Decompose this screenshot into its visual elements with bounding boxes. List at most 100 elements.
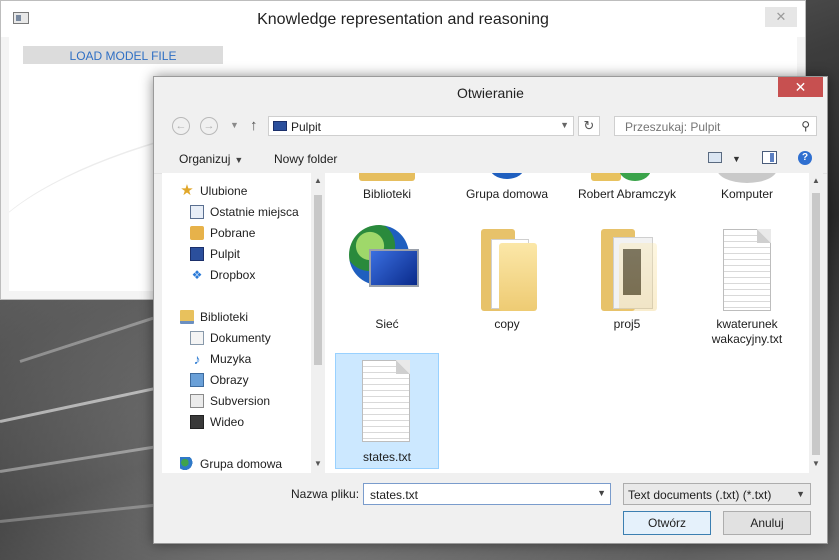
address-dropdown-icon[interactable]: ▼ (560, 120, 569, 130)
scrollbar-thumb[interactable] (812, 193, 820, 455)
file-label: Robert Abramczyk (577, 187, 677, 201)
file-item-proj5[interactable]: proj5 (575, 225, 679, 335)
organize-menu[interactable]: Organizuj ▼ (179, 152, 243, 166)
file-list-scrollbar[interactable]: ▲ ▼ (809, 173, 823, 473)
chevron-down-icon[interactable]: ▼ (597, 488, 606, 498)
file-item-grupa-domowa[interactable]: Grupa domowa (455, 173, 559, 223)
file-type-filter-value: Text documents (.txt) (*.txt) (628, 488, 772, 502)
file-type-filter-select[interactable]: Text documents (.txt) (*.txt) ▼ (623, 483, 811, 505)
nav-item-label: Pulpit (210, 247, 241, 261)
file-label: Biblioteki (362, 187, 412, 201)
nav-item-label: Biblioteki (200, 310, 249, 324)
nav-item-recent[interactable]: Ostatnie miejsca (190, 204, 299, 225)
address-bar[interactable]: Pulpit ▼ (268, 116, 574, 136)
folder-icon (481, 229, 537, 311)
nav-item-desktop[interactable]: Pulpit (190, 246, 241, 267)
music-note-icon: ♪ (193, 350, 201, 367)
forward-button[interactable]: → (200, 117, 218, 135)
file-label: copy (494, 317, 520, 331)
nav-item-label: Ulubione (200, 184, 248, 198)
scroll-down-icon[interactable]: ▼ (314, 459, 322, 468)
nav-item-subversion[interactable]: Subversion (190, 393, 271, 414)
nav-item-label: Grupa domowa (200, 457, 283, 471)
nav-item-pictures[interactable]: Obrazy (190, 372, 249, 393)
scroll-up-icon[interactable]: ▲ (812, 176, 820, 185)
dialog-title: Otwieranie (457, 85, 524, 101)
file-label: proj5 (613, 317, 641, 331)
search-box[interactable]: ⚲ (614, 116, 817, 136)
open-file-dialog: Otwieranie ✕ ← → ▼ ↑ Pulpit ▼ ↻ ⚲ Organi… (153, 76, 828, 544)
file-item-siec[interactable]: Sieć (335, 225, 439, 335)
nav-item-videos[interactable]: Wideo (190, 414, 245, 435)
recent-places-icon (190, 204, 204, 219)
file-item-copy[interactable]: copy (455, 225, 559, 335)
address-text: Pulpit (291, 120, 322, 134)
app-close-button[interactable]: ✕ (765, 7, 797, 27)
file-label: Grupa domowa (465, 187, 549, 201)
file-item-kwaterunek[interactable]: kwaterunek wakacyjny.txt (695, 225, 799, 346)
nav-item-label: Dropbox (210, 268, 256, 282)
dialog-close-button[interactable]: ✕ (778, 77, 823, 97)
file-item-states[interactable]: states.txt (335, 353, 439, 469)
file-label: Komputer (720, 187, 774, 201)
nav-item-documents[interactable]: Dokumenty (190, 330, 271, 351)
scrollbar-thumb[interactable] (314, 195, 322, 365)
text-document-icon (723, 229, 771, 311)
app-titlebar: Knowledge representation and reasoning ✕ (1, 1, 805, 37)
search-input[interactable] (623, 119, 797, 135)
help-icon[interactable]: ? (798, 151, 812, 165)
nav-item-favorites[interactable]: ★ Ulubione (180, 181, 248, 204)
chevron-down-icon: ▼ (234, 155, 244, 165)
search-icon[interactable]: ⚲ (801, 119, 810, 133)
downloads-icon (190, 225, 204, 240)
recent-locations-dropdown-icon[interactable]: ▼ (230, 120, 239, 130)
nav-item-libraries[interactable]: Biblioteki (180, 309, 249, 330)
user-avatar-icon (619, 173, 651, 181)
desktop-icon (273, 121, 287, 131)
preview-pane-icon[interactable] (762, 151, 777, 164)
navigation-pane-scrollbar[interactable]: ▲ ▼ (311, 173, 325, 473)
file-list: Biblioteki Grupa domowa Robert Abramczyk… (325, 173, 808, 473)
refresh-button[interactable]: ↻ (578, 116, 600, 136)
dropbox-icon: ❖ (191, 267, 203, 282)
chevron-down-icon: ▼ (796, 489, 805, 499)
filename-field[interactable]: ▼ (363, 483, 611, 505)
view-dropdown-icon[interactable]: ▼ (732, 154, 741, 164)
dialog-titlebar: Otwieranie ✕ (154, 77, 827, 107)
filename-label: Nazwa pliku: (291, 487, 360, 501)
nav-item-label: Wideo (210, 415, 245, 429)
scroll-down-icon[interactable]: ▼ (812, 459, 820, 468)
nav-item-label: Obrazy (210, 373, 249, 387)
nav-item-label: Ostatnie miejsca (210, 205, 299, 219)
file-label: Sieć (375, 317, 399, 331)
nav-item-homegroup[interactable]: Grupa domowa (180, 456, 283, 473)
open-button[interactable]: Otwórz (623, 511, 711, 535)
cancel-button[interactable]: Anuluj (723, 511, 811, 535)
text-document-icon (362, 360, 410, 442)
view-options-icon[interactable] (708, 152, 722, 163)
file-item-komputer[interactable]: Komputer (695, 173, 799, 223)
homegroup-icon (489, 173, 525, 179)
desktop-icon (190, 246, 204, 261)
up-button[interactable]: ↑ (250, 117, 258, 134)
nav-item-downloads[interactable]: Pobrane (190, 225, 255, 246)
file-item-biblioteki[interactable]: Biblioteki (335, 173, 439, 223)
computer-icon (717, 173, 777, 183)
filename-input[interactable] (368, 487, 592, 503)
load-model-file-button[interactable]: LOAD MODEL FILE (23, 46, 223, 64)
scroll-up-icon[interactable]: ▲ (314, 176, 322, 185)
nav-item-music[interactable]: ♪ Muzyka (190, 350, 252, 372)
network-monitor-icon (369, 249, 419, 287)
navigation-pane: ★ Ulubione Ostatnie miejsca Pobrane Pulpi… (162, 173, 310, 473)
star-icon: ★ (180, 181, 194, 199)
homegroup-icon (180, 456, 194, 471)
video-film-icon (190, 414, 204, 429)
organize-label: Organizuj (179, 152, 231, 166)
new-folder-button[interactable]: Nowy folder (274, 152, 337, 166)
user-folder-icon (591, 173, 621, 181)
navigation-bar: ← → ▼ ↑ Pulpit ▼ ↻ ⚲ (154, 111, 827, 141)
nav-item-dropbox[interactable]: ❖ Dropbox (190, 267, 256, 288)
back-button[interactable]: ← (172, 117, 190, 135)
file-item-robert-abramczyk[interactable]: Robert Abramczyk (575, 173, 679, 223)
nav-item-label: Subversion (210, 394, 271, 408)
